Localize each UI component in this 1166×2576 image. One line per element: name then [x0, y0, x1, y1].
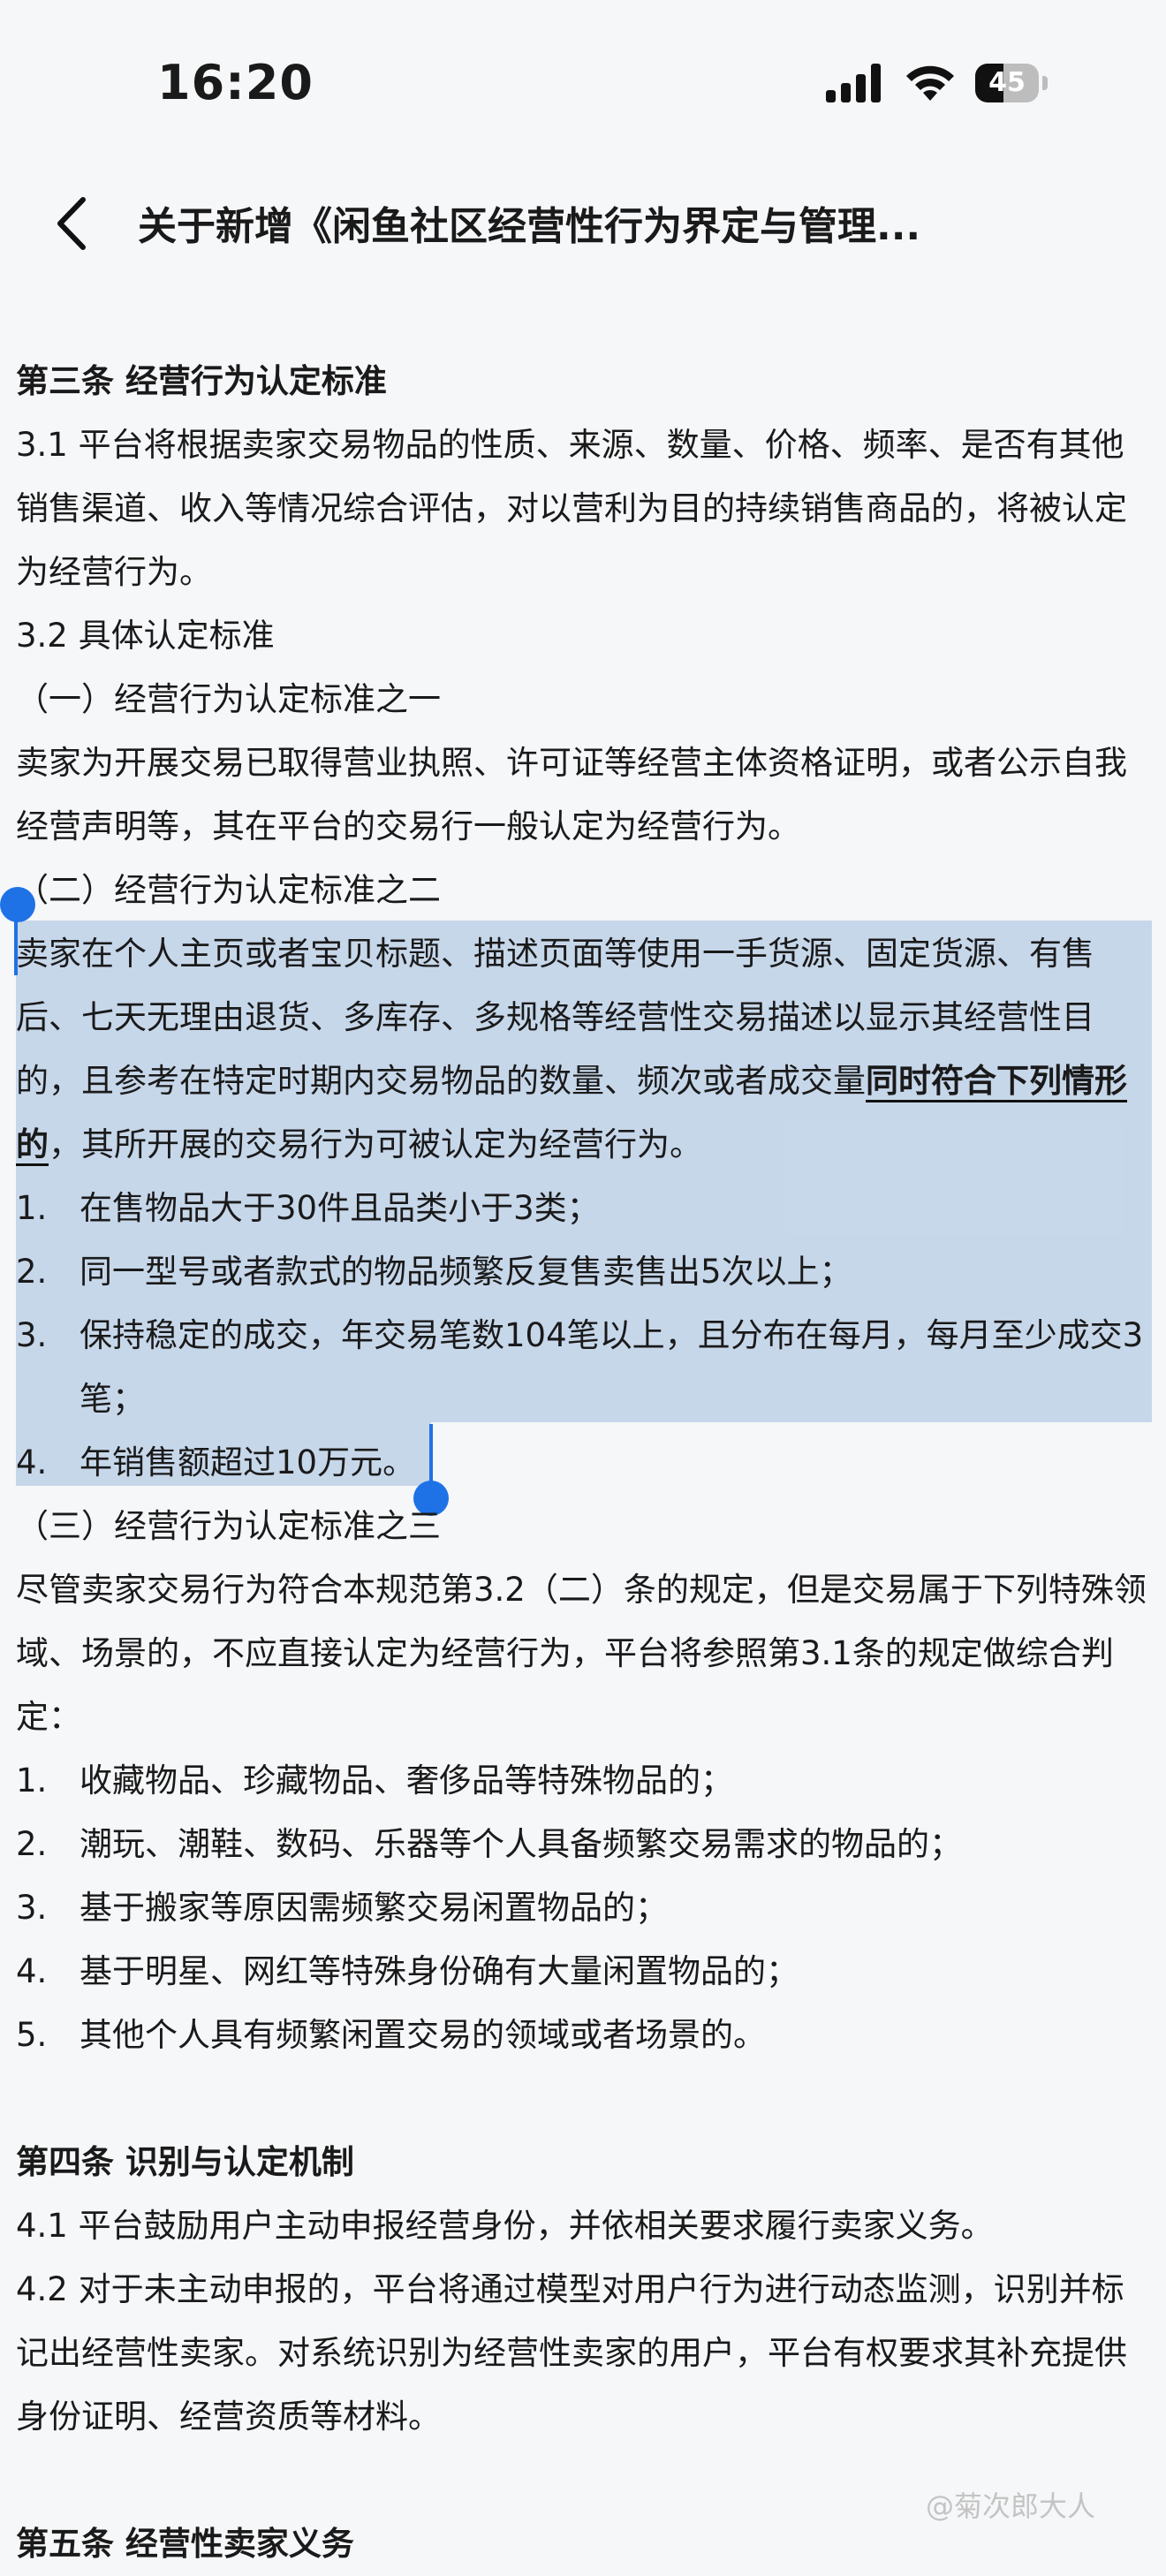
- article-3-title: 第三条 经营行为认定标准: [16, 362, 387, 400]
- list-item: 3. 基于搬家等原因需频繁交易闲置物品的；: [16, 1889, 668, 1927]
- clause-4-1: 4.1 平台鼓励用户主动申报经营身份，并依相关要求履行卖家义务。: [16, 2207, 994, 2245]
- standard-3-body: 尽管卖家交易行为符合本规范第3.2（二）条的规定，但是交易属于下列特殊领域、场景…: [16, 1571, 1147, 1736]
- standard-3-title: （三）经营行为认定标准之三: [16, 1507, 441, 1545]
- clause-4-2: 4.2 对于未主动申报的，平台将通过模型对用户行为进行动态监测，识别并标记出经营…: [16, 2270, 1127, 2436]
- list-item: 2. 同一型号或者款式的物品频繁反复售卖售出5次以上；: [16, 1253, 852, 1291]
- list-item: 4. 基于明星、网红等特殊身份确有大量闲置物品的；: [16, 1952, 799, 1990]
- list-item: 1. 收藏物品、珍藏物品、奢侈品等特殊物品的；: [16, 1762, 733, 1799]
- status-bar: 16:20 45: [0, 0, 1166, 168]
- article-4-title: 第四条 识别与认定机制: [16, 2143, 354, 2181]
- watermark: @菊次郎大人: [926, 2489, 1096, 2523]
- standard-2-title: （二）经营行为认定标准之二: [16, 871, 441, 909]
- clause-3-1: 3.1 平台将根据卖家交易物品的性质、来源、数量、价格、频率、是否有其他销售渠道…: [16, 426, 1127, 591]
- standard-1-body: 卖家为开展交易已取得营业执照、许可证等经营主体资格证明，或者公示自我经营声明等，…: [16, 744, 1127, 845]
- standard-2-body: 卖家在个人主页或者宝贝标题、描述页面等使用一手货源、固定货源、有售后、七天无理由…: [16, 922, 1155, 1177]
- page-title: 关于新增《闲鱼社区经营性行为界定与管理...: [138, 204, 921, 249]
- clock: 16:20: [157, 55, 314, 110]
- wifi-icon: [906, 65, 954, 101]
- nav-bar: 关于新增《闲鱼社区经营性行为界定与管理...: [0, 168, 1166, 283]
- list-item: 4. 年销售额超过10万元。: [16, 1443, 416, 1481]
- back-arrow-icon[interactable]: [46, 193, 99, 254]
- document-body: 第三条 经营行为认定标准 3.1 平台将根据卖家交易物品的性质、来源、数量、价格…: [16, 350, 1155, 2576]
- list-item: 3. 保持稳定的成交，年交易笔数104笔以上，且分布在每月，每月至少成交3笔；: [16, 1316, 1144, 1418]
- list-item: 1. 在售物品大于30件且品类小于3类；: [16, 1189, 600, 1227]
- battery-icon: 45: [975, 64, 1048, 102]
- standard-1-title: （一）经营行为认定标准之一: [16, 680, 441, 718]
- standard-3-list: 1. 收藏物品、珍藏物品、奢侈品等特殊物品的； 2. 潮玩、潮鞋、数码、乐器等个人具…: [16, 1749, 1155, 2067]
- battery-percent: 45: [988, 67, 1026, 98]
- clause-3-2: 3.2 具体认定标准: [16, 617, 275, 655]
- standard-2-list: 1. 在售物品大于30件且品类小于3类； 2. 同一型号或者款式的物品频繁反复售卖售…: [16, 1177, 1155, 1495]
- list-item: 5. 其他个人具有频繁闲置交易的领域或者场景的。: [16, 2016, 766, 2054]
- cellular-signal-icon: [826, 64, 882, 102]
- list-item: 2. 潮玩、潮鞋、数码、乐器等个人具备频繁交易需求的物品的；: [16, 1825, 962, 1863]
